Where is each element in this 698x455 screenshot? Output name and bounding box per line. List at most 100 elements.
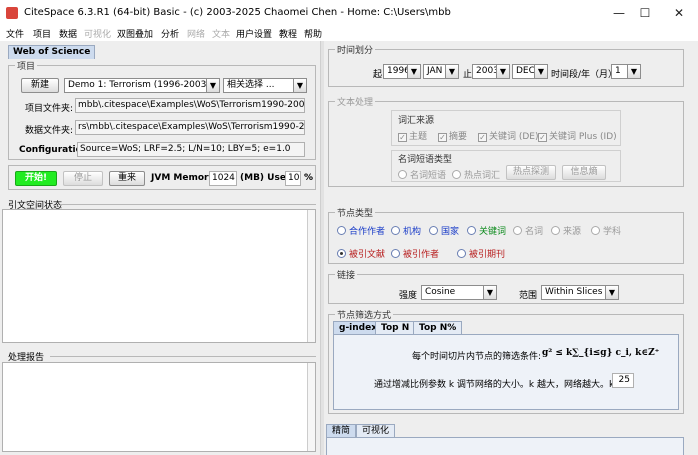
title-bar: CiteSpace 6.3.R1 (64-bit) Basic - (c) 20… bbox=[0, 0, 698, 26]
checkbox-keywords-plus[interactable]: ✓ 关键词 Plus (ID) bbox=[538, 129, 617, 142]
project-dir-label: 项目文件夹: bbox=[25, 104, 74, 114]
radio-institution[interactable]: 机构 bbox=[391, 224, 421, 237]
tab-top-n-percent[interactable]: Top N% bbox=[413, 321, 463, 334]
data-dir-label: 数据文件夹: bbox=[25, 126, 74, 136]
radio-icon bbox=[391, 226, 400, 235]
reset-button[interactable]: 重来 bbox=[109, 171, 145, 186]
term-source-box: 词汇来源 ✓ 主题 ✓ 摘要 ✓ 关键词 (DE) ✓ 关键词 Plus (ID) bbox=[391, 110, 621, 146]
radio-keyword[interactable]: 关键词 bbox=[467, 224, 506, 237]
chevron-down-icon: ▼ bbox=[483, 286, 496, 299]
from-month-select[interactable]: JAN ▼ bbox=[423, 64, 459, 79]
radio-coauthor[interactable]: 合作作者 bbox=[337, 224, 385, 237]
radio-category[interactable]: 学科 bbox=[591, 224, 621, 237]
window-title: CiteSpace 6.3.R1 (64-bit) Basic - (c) 20… bbox=[24, 7, 451, 18]
space-status-pane[interactable] bbox=[2, 209, 316, 343]
process-report-divider bbox=[50, 356, 316, 357]
radio-source[interactable]: 来源 bbox=[551, 224, 581, 237]
radio-icon bbox=[452, 170, 461, 179]
noun-phrase-title: 名词短语类型 bbox=[398, 155, 453, 165]
checkbox-abstract[interactable]: ✓ 摘要 bbox=[438, 129, 467, 142]
tab-visualization[interactable]: 可视化 bbox=[356, 424, 396, 437]
used-value: 10 bbox=[285, 171, 301, 186]
radio-term[interactable]: 名词 bbox=[513, 224, 543, 237]
app-icon bbox=[6, 7, 18, 19]
menu-help[interactable]: 帮助 bbox=[304, 27, 322, 40]
slice-length-select[interactable]: 1 ▼ bbox=[611, 64, 641, 79]
radio-burst-terms[interactable]: 热点词汇 bbox=[452, 168, 500, 181]
related-select-value: 相关选择 ... bbox=[227, 80, 275, 90]
new-project-button[interactable]: 新建 bbox=[21, 78, 59, 93]
tab-web-of-science[interactable]: Web of Science bbox=[8, 45, 96, 59]
related-select[interactable]: 相关选择 ... ▼ bbox=[223, 78, 307, 93]
radio-icon bbox=[551, 226, 560, 235]
radio-icon bbox=[467, 226, 476, 235]
data-dir-field[interactable]: rs\mbb\.citespace\Examples\WoS\Terrorism… bbox=[75, 120, 305, 135]
process-report-scrollbar[interactable] bbox=[307, 363, 315, 451]
to-month-select[interactable]: DEC ▼ bbox=[512, 64, 548, 79]
strength-select[interactable]: Cosine ▼ bbox=[421, 285, 497, 300]
burst-detection-button[interactable]: 热点探测 bbox=[506, 165, 556, 180]
menu-network[interactable]: 网络 bbox=[187, 27, 205, 40]
split-pane-divider[interactable] bbox=[320, 41, 324, 455]
percent-label: % bbox=[304, 173, 314, 183]
entropy-button[interactable]: 信息熵 bbox=[562, 165, 606, 180]
k-value-input[interactable]: 25 bbox=[612, 373, 634, 388]
links-title: 链接 bbox=[335, 268, 358, 281]
radio-cited-author[interactable]: 被引作者 bbox=[391, 247, 439, 260]
menu-tutorial[interactable]: 教程 bbox=[279, 27, 297, 40]
scale-factor-text: 通过增减比例参数 k 调节网络的大小。k 越大，网络越大。k = bbox=[374, 380, 625, 390]
from-year-select[interactable]: 1996 ▼ bbox=[383, 64, 421, 79]
project-select[interactable]: Demo 1: Terrorism (1996-2003) ▼ bbox=[64, 78, 220, 93]
menu-text[interactable]: 文本 bbox=[212, 27, 230, 40]
jvm-memory-value: 1024 bbox=[209, 171, 237, 186]
scope-label: 范围 bbox=[519, 291, 538, 301]
chevron-down-icon: ▼ bbox=[407, 65, 420, 78]
node-selection-group: 节点筛选方式 g-index Top N Top N% 每个时间切片内节点的筛选… bbox=[328, 308, 684, 414]
start-button[interactable]: 开始! bbox=[15, 171, 57, 186]
chevron-down-icon: ▼ bbox=[496, 65, 509, 78]
jvm-memory-label: JVM Memory bbox=[151, 173, 215, 183]
process-report-pane[interactable] bbox=[2, 362, 316, 452]
strength-value: Cosine bbox=[425, 287, 456, 297]
links-group: 链接 强度 Cosine ▼ 范围 Within Slices ▼ bbox=[328, 268, 684, 304]
menu-user-settings[interactable]: 用户设置 bbox=[236, 27, 272, 40]
stop-button[interactable]: 停止 bbox=[63, 171, 103, 186]
strength-label: 强度 bbox=[399, 291, 418, 301]
time-slicing-title: 时间划分 bbox=[335, 43, 376, 56]
selection-tabs: g-index Top N Top N% bbox=[333, 321, 679, 335]
scope-select[interactable]: Within Slices ▼ bbox=[541, 285, 619, 300]
close-button[interactable]: ✕ bbox=[664, 4, 694, 22]
radio-noun-phrases[interactable]: 名词短语 bbox=[398, 168, 446, 181]
radio-icon bbox=[591, 226, 600, 235]
menu-analysis[interactable]: 分析 bbox=[161, 27, 179, 40]
node-type-group: 节点类型 合作作者 机构 国家 关键词 名词 来源 学科 被引文献 被引作者 被… bbox=[328, 206, 684, 264]
radio-icon bbox=[513, 226, 522, 235]
tab-pruning[interactable]: 精简 bbox=[326, 424, 357, 437]
checkbox-keywords-de[interactable]: ✓ 关键词 (DE) bbox=[478, 129, 539, 142]
menu-data[interactable]: 数据 bbox=[59, 27, 77, 40]
menu-bar: 文件 项目 数据 可视化 双图叠加 分析 网络 文本 用户设置 教程 帮助 bbox=[0, 26, 698, 41]
checkbox-title[interactable]: ✓ 主题 bbox=[398, 129, 427, 142]
project-dir-field[interactable]: mbb\.citespace\Examples\WoS\Terrorism199… bbox=[75, 98, 305, 113]
menu-dual-map[interactable]: 双图叠加 bbox=[117, 27, 153, 40]
radio-cited-reference[interactable]: 被引文献 bbox=[337, 247, 385, 260]
bottom-tabs: 精简 可视化 bbox=[326, 424, 686, 438]
project-group-title: 项目 bbox=[15, 59, 38, 72]
menu-file[interactable]: 文件 bbox=[6, 27, 24, 40]
space-status-scrollbar[interactable] bbox=[307, 210, 315, 342]
tab-top-n[interactable]: Top N bbox=[375, 321, 416, 334]
maximize-button[interactable]: ☐ bbox=[630, 4, 660, 22]
chevron-down-icon: ▼ bbox=[206, 79, 219, 92]
chevron-down-icon: ▼ bbox=[293, 79, 306, 92]
pruning-pane bbox=[326, 437, 684, 455]
to-year-select[interactable]: 2003 ▼ bbox=[472, 64, 510, 79]
menu-visualize[interactable]: 可视化 bbox=[84, 27, 111, 40]
term-source-title: 词汇来源 bbox=[398, 116, 435, 126]
radio-icon bbox=[391, 249, 400, 258]
space-status-divider bbox=[60, 204, 316, 205]
menu-project[interactable]: 项目 bbox=[33, 27, 51, 40]
run-controls: 开始! 停止 重来 JVM Memory 1024 (MB) Used 10 % bbox=[8, 165, 316, 190]
checkbox-icon: ✓ bbox=[478, 133, 487, 142]
radio-cited-journal[interactable]: 被引期刊 bbox=[457, 247, 505, 260]
radio-country[interactable]: 国家 bbox=[429, 224, 459, 237]
